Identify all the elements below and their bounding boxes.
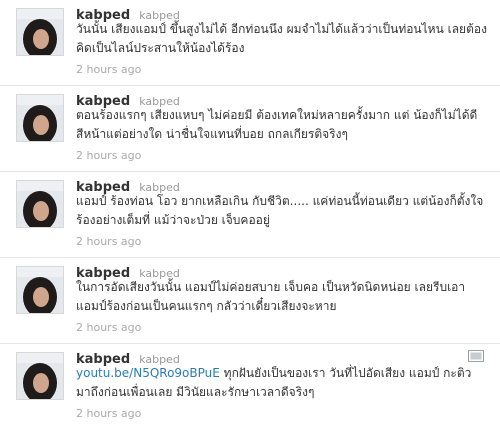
tweet-text: แอมป์ ร้องท่อน โอว ยากเหลือเกิน กับชีวิต…: [76, 194, 484, 227]
timestamp[interactable]: 2 hours ago: [76, 63, 141, 76]
timestamp[interactable]: 2 hours ago: [76, 321, 141, 334]
youtube-link[interactable]: youtu.be/N5QRo9oBPuE: [76, 366, 220, 380]
tweet-item: kabped kabped แอมป์ ร้องท่อน โอว ยากเหลื…: [0, 172, 500, 258]
tweet-text: youtu.be/N5QRo9oBPuE ทุกฝันยังเป็นของเรา…: [76, 364, 488, 402]
video-media-icon[interactable]: [468, 347, 484, 362]
tweet-item: kabped kabped ตอนร้องแรกๆ เสียงแหบๆ ไม่ค…: [0, 86, 500, 172]
avatar[interactable]: [16, 352, 64, 400]
timestamp[interactable]: 2 hours ago: [76, 149, 141, 162]
tweet-text: วันนั้น เสียงแอมป์ ขึ้นสูงไม่ได้ อีกท่อน…: [76, 22, 487, 55]
timestamp[interactable]: 2 hours ago: [76, 235, 141, 248]
tweet-text: ตอนร้องแรกๆ เสียงแหบๆ ไม่ค่อยมี ต้องเทคใ…: [76, 108, 478, 141]
tweet-item: kabped kabped youtu.be/N5QRo9oBPuE ทุกฝั…: [0, 344, 500, 430]
avatar[interactable]: [16, 94, 64, 142]
timestamp[interactable]: 2 hours ago: [76, 407, 141, 420]
tweet-item: kabped kabped ในการอัดเสียงวันนั้น แอมป์…: [0, 258, 500, 344]
tweet-item: kabped kabped วันนั้น เสียงแอมป์ ขึ้นสูง…: [0, 0, 500, 86]
avatar[interactable]: [16, 266, 64, 314]
avatar[interactable]: [16, 8, 64, 56]
avatar[interactable]: [16, 180, 64, 228]
tweet-text: ในการอัดเสียงวันนั้น แอมป์ไม่ค่อยสบาย เจ…: [76, 280, 466, 313]
